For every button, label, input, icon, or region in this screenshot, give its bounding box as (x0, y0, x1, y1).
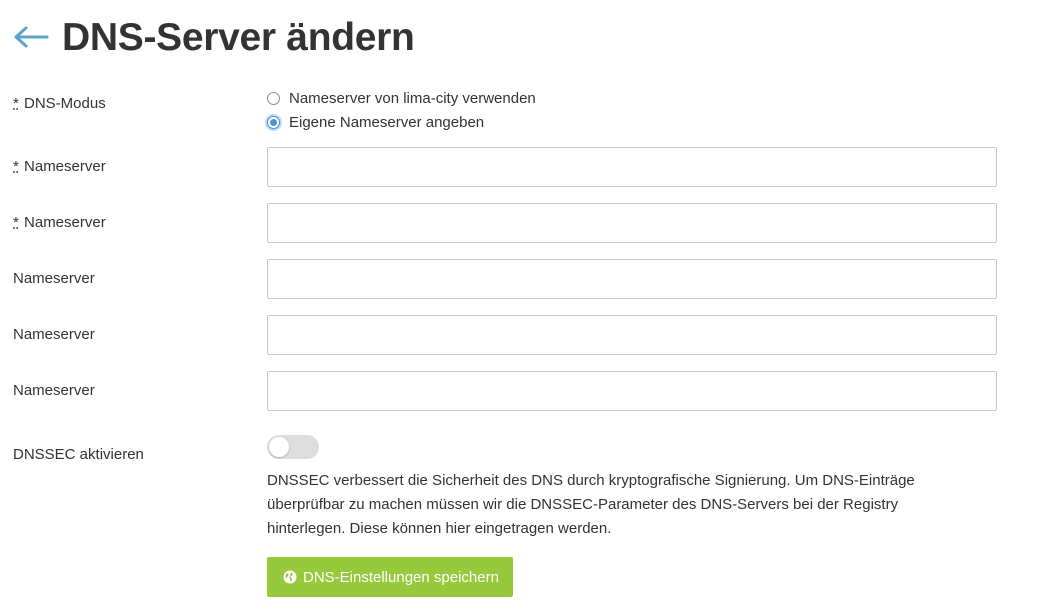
dns-mode-radio-group: Nameserver von lima-city verwenden Eigen… (267, 86, 536, 134)
save-dns-settings-button[interactable]: DNS-Einstellungen speichern (267, 557, 513, 597)
required-marker: * (13, 214, 19, 231)
save-button-label: DNS-Einstellungen speichern (303, 568, 499, 586)
toggle-knob (269, 437, 289, 457)
nameserver-input-5[interactable] (267, 371, 997, 411)
required-marker: * (13, 95, 19, 112)
page-header: DNS-Server ändern (12, 12, 415, 62)
radio-lima-city[interactable] (267, 91, 280, 105)
radio-label: Eigene Nameserver angeben (289, 113, 485, 131)
arrow-left-icon (14, 26, 49, 48)
dns-mode-label: * DNS-Modus (13, 95, 106, 112)
dnssec-help-text: DNSSEC verbessert die Sicherheit des DNS… (267, 472, 915, 537)
nameserver-label-4: Nameserver (13, 326, 95, 343)
page-title: DNS-Server ändern (62, 15, 415, 59)
globe-icon (283, 570, 297, 584)
nameserver-input-1[interactable] (267, 147, 997, 187)
radio-option-lima-city[interactable]: Nameserver von lima-city verwenden (267, 86, 536, 110)
nameserver-label-2: * Nameserver (13, 214, 106, 231)
radio-label: Nameserver von lima-city verwenden (289, 89, 536, 107)
nameserver-input-3[interactable] (267, 259, 997, 299)
dnssec-label: DNSSEC aktivieren (13, 446, 144, 463)
dnssec-toggle[interactable] (267, 435, 319, 459)
nameserver-input-2[interactable] (267, 203, 997, 243)
required-marker: * (13, 158, 19, 175)
nameserver-label-1: * Nameserver (13, 158, 106, 175)
back-button[interactable] (12, 22, 50, 52)
nameserver-label-5: Nameserver (13, 382, 95, 399)
nameserver-input-4[interactable] (267, 315, 997, 355)
radio-custom[interactable] (267, 115, 280, 129)
radio-option-custom[interactable]: Eigene Nameserver angeben (267, 110, 536, 134)
nameserver-label-3: Nameserver (13, 270, 95, 287)
